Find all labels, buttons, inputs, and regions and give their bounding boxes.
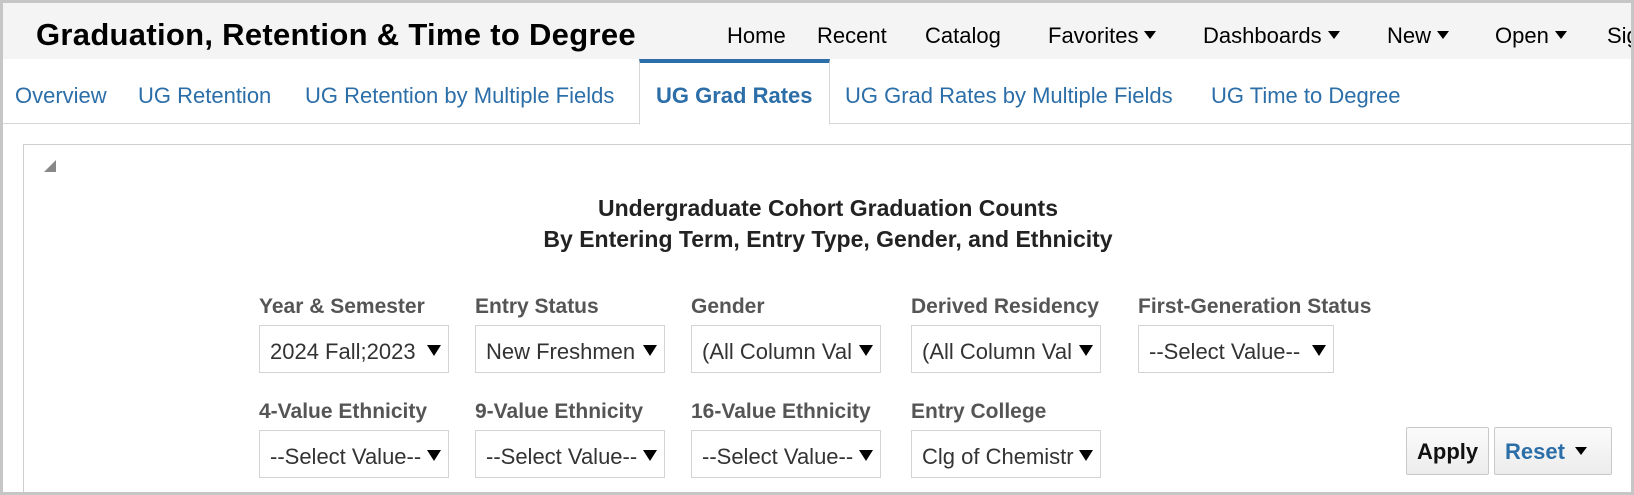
prompt-label-16-value-ethnicity: 16-Value Ethnicity xyxy=(691,400,871,423)
top-header-bar: Graduation, Retention & Time to Degree H… xyxy=(3,3,1631,59)
apply-button-label: Apply xyxy=(1417,439,1479,464)
tab-ug-time-to-degree-label: UG Time to Degree xyxy=(1211,83,1401,108)
tab-ug-grad-rates-multiple[interactable]: UG Grad Rates by Multiple Fields xyxy=(845,83,1173,109)
gender-value: (All Column Val xyxy=(702,339,852,364)
app-title: Graduation, Retention & Time to Degree xyxy=(36,17,636,52)
report-title: Undergraduate Cohort Graduation Counts xyxy=(598,195,1058,221)
prompt-label-entry-status: Entry Status xyxy=(475,295,599,318)
nav-new-label: New xyxy=(1387,23,1432,48)
report-subtitle: By Entering Term, Entry Type, Gender, an… xyxy=(543,226,1113,252)
collapse-triangle-icon[interactable] xyxy=(44,160,56,172)
dashboard-tabs: Overview UG Retention UG Retention by Mu… xyxy=(3,59,1631,125)
tab-ug-grad-rates-multiple-label: UG Grad Rates by Multiple Fields xyxy=(845,83,1173,108)
tab-overview-label: Overview xyxy=(15,83,107,108)
nav-catalog[interactable]: Catalog xyxy=(925,23,1001,49)
prompt-label-first-generation: First-Generation Status xyxy=(1138,295,1372,318)
nav-recent-label: Recent xyxy=(817,23,887,48)
4-value-ethnicity-select[interactable]: --Select Value-- xyxy=(259,430,449,478)
reset-button[interactable]: Reset xyxy=(1494,427,1612,475)
nav-recent[interactable]: Recent xyxy=(817,23,887,49)
9-value-ethnicity-select[interactable]: --Select Value-- xyxy=(475,430,665,478)
prompt-label-4-value-ethnicity: 4-Value Ethnicity xyxy=(259,400,428,423)
chevron-down-icon xyxy=(1327,31,1340,40)
nav-catalog-label: Catalog xyxy=(925,23,1001,48)
entry-status-select[interactable]: New Freshmen xyxy=(475,325,665,373)
entry-status-value: New Freshmen xyxy=(486,339,636,364)
prompt-label-9-value-ethnicity: 9-Value Ethnicity xyxy=(475,400,644,423)
nav-home-label: Home xyxy=(727,23,786,48)
16-value-ethnicity-value: --Select Value-- xyxy=(702,444,854,469)
tab-ug-retention-multiple[interactable]: UG Retention by Multiple Fields xyxy=(305,83,614,109)
prompt-label-gender: Gender xyxy=(691,295,765,318)
4-value-ethnicity-value: --Select Value-- xyxy=(270,444,422,469)
prompt-label-year-semester: Year & Semester xyxy=(259,295,425,318)
dropdown-arrow-icon xyxy=(1079,345,1093,356)
nav-dashboards-label: Dashboards xyxy=(1203,23,1322,48)
report-panel: Undergraduate Cohort Graduation Counts B… xyxy=(23,144,1631,492)
dropdown-arrow-icon xyxy=(427,450,441,461)
dropdown-arrow-icon xyxy=(427,345,441,356)
dropdown-arrow-icon xyxy=(1079,450,1093,461)
year-semester-value: 2024 Fall;2023 xyxy=(270,339,416,364)
derived-residency-value: (All Column Val xyxy=(922,339,1072,364)
chevron-down-icon xyxy=(1574,447,1587,456)
nav-dashboards[interactable]: Dashboards xyxy=(1203,23,1340,49)
chevron-down-icon xyxy=(1144,31,1157,40)
window-frame: Graduation, Retention & Time to Degree H… xyxy=(0,0,1634,495)
16-value-ethnicity-select[interactable]: --Select Value-- xyxy=(691,430,881,478)
first-generation-select[interactable]: --Select Value-- xyxy=(1138,325,1334,373)
tab-overview[interactable]: Overview xyxy=(15,83,107,109)
dropdown-arrow-icon xyxy=(859,345,873,356)
dropdown-arrow-icon xyxy=(643,450,657,461)
prompt-label-derived-residency: Derived Residency xyxy=(911,295,1099,318)
nav-new[interactable]: New xyxy=(1387,23,1450,49)
nav-open-label: Open xyxy=(1495,23,1549,48)
prompt-label-entry-college: Entry College xyxy=(911,400,1047,423)
entry-college-value: Clg of Chemistr xyxy=(922,444,1074,469)
gender-select[interactable]: (All Column Val xyxy=(691,325,881,373)
nav-open[interactable]: Open xyxy=(1495,23,1567,49)
tab-ug-retention-multiple-label: UG Retention by Multiple Fields xyxy=(305,83,615,108)
nav-home[interactable]: Home xyxy=(727,23,786,49)
dropdown-arrow-icon xyxy=(1312,345,1326,356)
tab-ug-time-to-degree[interactable]: UG Time to Degree xyxy=(1211,83,1401,109)
derived-residency-select[interactable]: (All Column Val xyxy=(911,325,1101,373)
nav-favorites[interactable]: Favorites xyxy=(1048,23,1157,49)
9-value-ethnicity-value: --Select Value-- xyxy=(486,444,638,469)
chevron-down-icon xyxy=(1437,31,1450,40)
apply-button[interactable]: Apply xyxy=(1406,427,1489,475)
tab-ug-grad-rates[interactable]: UG Grad Rates xyxy=(639,59,830,125)
tab-ug-retention[interactable]: UG Retention xyxy=(138,83,271,109)
entry-college-select[interactable]: Clg of Chemistr xyxy=(911,430,1101,478)
first-generation-value: --Select Value-- xyxy=(1149,339,1301,364)
tab-ug-grad-rates-label: UG Grad Rates xyxy=(656,83,813,108)
year-semester-select[interactable]: 2024 Fall;2023 xyxy=(259,325,449,373)
nav-sign-label: Sig xyxy=(1607,23,1631,48)
nav-sign[interactable]: Sig xyxy=(1607,23,1631,49)
nav-favorites-label: Favorites xyxy=(1048,23,1139,48)
tab-ug-retention-label: UG Retention xyxy=(138,83,272,108)
dropdown-arrow-icon xyxy=(643,345,657,356)
reset-button-label: Reset xyxy=(1505,439,1565,464)
chevron-down-icon xyxy=(1554,31,1567,40)
dropdown-arrow-icon xyxy=(859,450,873,461)
